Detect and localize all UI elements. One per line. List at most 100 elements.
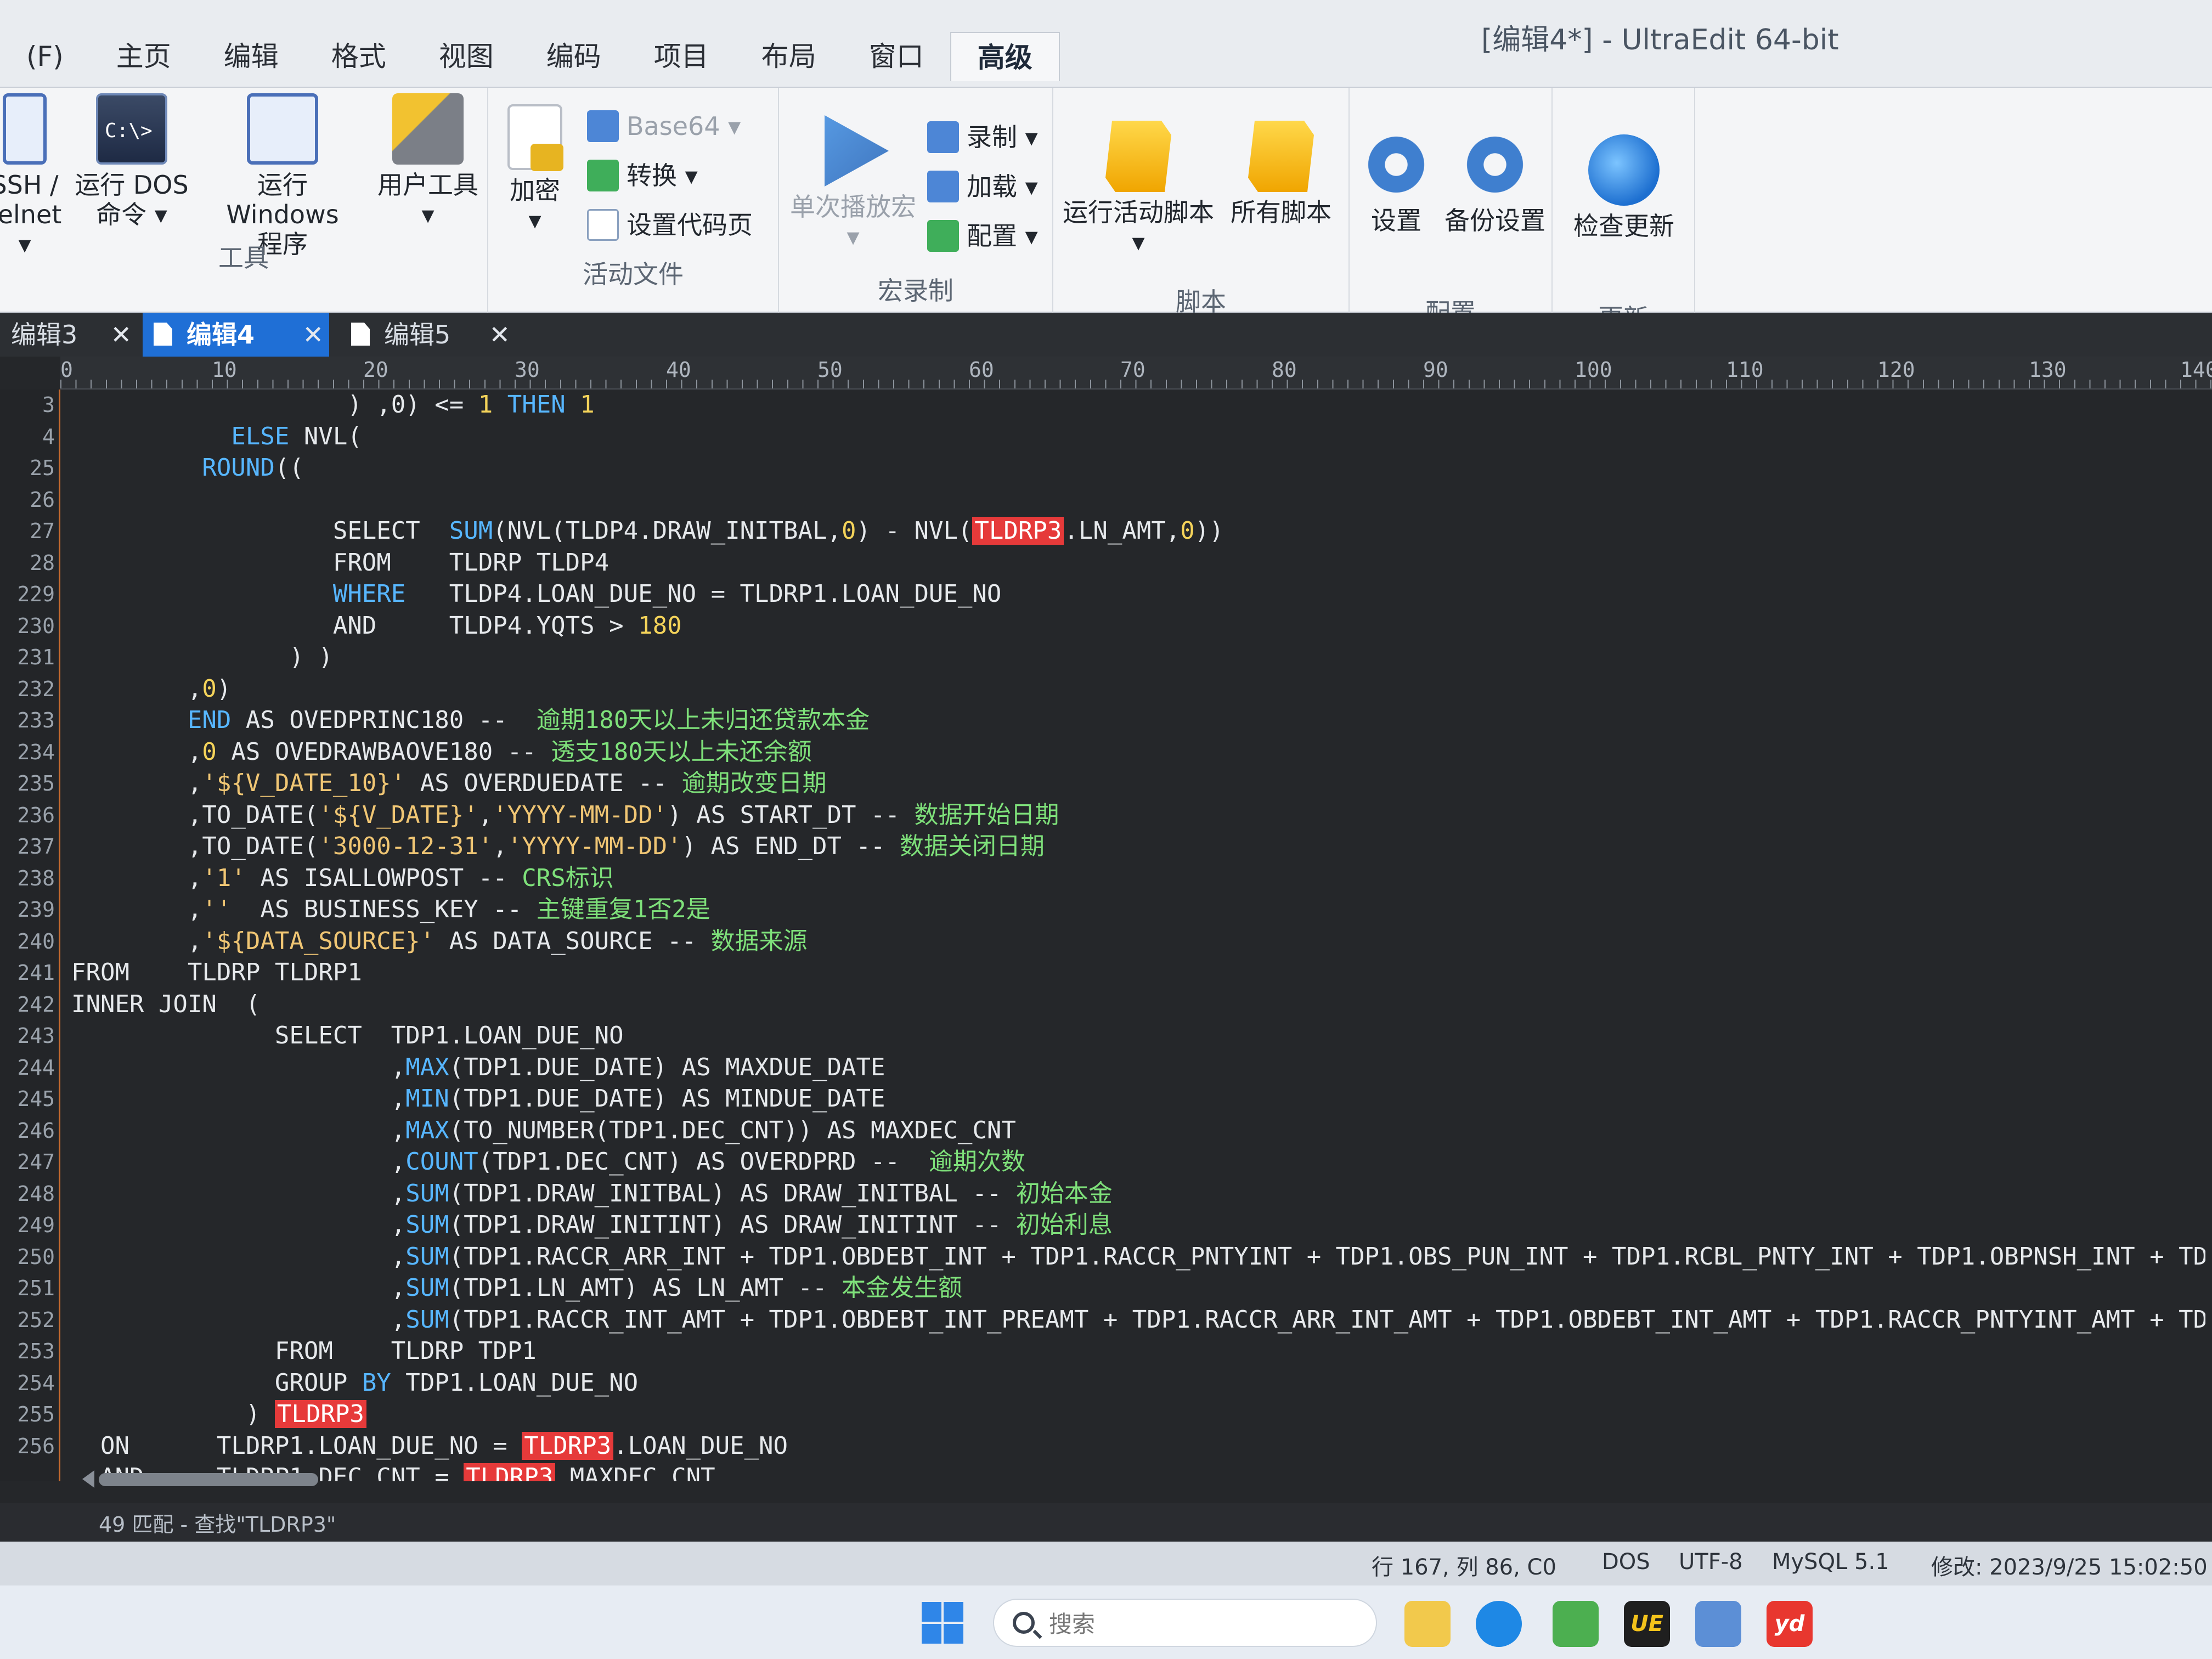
ruler-mark: 10: [212, 358, 237, 382]
menu-coding[interactable]: 编码: [520, 32, 628, 81]
code-editor[interactable]: 3 4 25 26 27 28 229 230 231 232 233 234 235 236 237 238…: [0, 390, 2212, 1481]
code-line[interactable]: ON TLDRP1.LOAN_DUE_NO = TLDRP3.LOAN_DUE_…: [71, 1431, 788, 1462]
menu-home[interactable]: 主页: [90, 32, 198, 81]
code-line[interactable]: FROM TLDRP TLDRP1: [71, 957, 362, 988]
code-token: '${V_DATE}': [318, 800, 478, 829]
code-line[interactable]: ) TLDRP3: [71, 1399, 366, 1430]
menu-advanced[interactable]: 高级: [950, 32, 1060, 81]
encoding[interactable]: UTF-8: [1679, 1549, 1743, 1575]
code-line[interactable]: SELECT SUM(NVL(TLDP4.DRAW_INITBAL,0) - N…: [71, 516, 1224, 546]
code-line[interactable]: ROUND((: [71, 453, 303, 483]
edge-browser-icon[interactable]: [1476, 1601, 1522, 1647]
record-icon: [927, 121, 959, 153]
code-token: END: [187, 706, 232, 734]
run-active-script-button[interactable]: 运行活动脚本 ▾: [1059, 121, 1218, 257]
code-line[interactable]: FROM TLDRP TDP1: [71, 1336, 537, 1367]
menu-file[interactable]: (F): [0, 32, 90, 81]
code-line[interactable]: INNER JOIN (: [71, 989, 260, 1020]
code-line[interactable]: ,SUM(TDP1.DRAW_INITBAL) AS DRAW_INITBAL …: [71, 1178, 1113, 1209]
set-codepage-button[interactable]: 设置代码页: [587, 203, 753, 247]
taskbar-search[interactable]: [993, 1599, 1377, 1647]
convert-button[interactable]: 转换 ▾: [587, 154, 698, 198]
scroll-left-icon[interactable]: [82, 1470, 94, 1488]
code-token: 0: [202, 737, 217, 766]
notepad-icon[interactable]: [1695, 1601, 1741, 1647]
folder-icon[interactable]: [1404, 1601, 1451, 1647]
configure-macro-button[interactable]: 配置 ▾: [927, 214, 1038, 258]
menu-project[interactable]: 项目: [628, 32, 735, 81]
tab-edit3[interactable]: 编辑3 ✕: [0, 313, 137, 357]
ssh-telnet-button[interactable]: SSH / telnet ▾: [0, 93, 66, 259]
cursor-position[interactable]: 行 167, 列 86, C0: [1372, 1549, 1556, 1581]
close-icon[interactable]: ✕: [489, 313, 510, 357]
record-macro-button[interactable]: 录制 ▾: [927, 115, 1038, 159]
code-line[interactable]: ,'${V_DATE_10}' AS OVERDUEDATE -- 逾期改变日期: [71, 768, 827, 799]
close-icon[interactable]: ✕: [110, 313, 132, 357]
youdao-icon[interactable]: yd: [1767, 1601, 1813, 1647]
code-line[interactable]: ,0): [71, 674, 232, 704]
code-line[interactable]: ,TO_DATE('${V_DATE}','YYYY-MM-DD') AS ST…: [71, 800, 1059, 831]
code-token: 逾期次数: [914, 1148, 1025, 1176]
code-line[interactable]: ,MAX(TO_NUMBER(TDP1.DEC_CNT)) AS MAXDEC_…: [71, 1115, 1016, 1146]
code-token: ,: [71, 674, 202, 703]
menu-view[interactable]: 视图: [413, 32, 520, 81]
play-macro-once-button[interactable]: 单次播放宏 ▾: [785, 115, 922, 251]
menu-layout[interactable]: 布局: [735, 32, 843, 81]
code-token: ) ): [71, 643, 333, 671]
backup-settings-button[interactable]: 备份设置: [1437, 129, 1553, 235]
base64-button[interactable]: Base64 ▾: [587, 104, 741, 148]
search-input[interactable]: [1049, 1609, 1356, 1639]
code-token: SUM: [405, 1242, 449, 1271]
menu-edit[interactable]: 编辑: [198, 32, 305, 81]
run-windows-program-button[interactable]: 运行 Windows 程序: [198, 93, 368, 259]
wechat-icon[interactable]: [1553, 1601, 1599, 1647]
code-line[interactable]: ,'${DATA_SOURCE}' AS DATA_SOURCE -- 数据来源: [71, 926, 808, 957]
load-macro-button[interactable]: 加载 ▾: [927, 165, 1038, 208]
code-line[interactable]: AND TLDP4.YQTS > 180: [71, 611, 682, 641]
horizontal-scrollbar-thumb[interactable]: [99, 1473, 318, 1486]
code-line[interactable]: ,0 AS OVEDRAWBAOVE180 -- 透支180天以上未还余额: [71, 737, 812, 768]
code-line[interactable]: ,TO_DATE('3000-12-31','YYYY-MM-DD') AS E…: [71, 831, 1045, 862]
code-line[interactable]: ,MIN(TDP1.DUE_DATE) AS MINDUE_DATE: [71, 1084, 885, 1114]
code-line[interactable]: ,COUNT(TDP1.DEC_CNT) AS OVERDPRD -- 逾期次数: [71, 1147, 1025, 1177]
code-line[interactable]: FROM TLDRP TLDP4: [71, 548, 609, 578]
code-token: )): [1194, 517, 1224, 545]
code-line[interactable]: SELECT TDP1.LOAN_DUE_NO: [71, 1020, 624, 1051]
code-area[interactable]: ) ,0) <= 1 THEN 1 ELSE NVL( ROUND(( SELE…: [71, 390, 2205, 1481]
menu-format[interactable]: 格式: [305, 32, 413, 81]
close-icon[interactable]: ✕: [302, 313, 324, 357]
code-line[interactable]: ,'1' AS ISALLOWPOST -- CRS标识: [71, 863, 614, 894]
code-line[interactable]: ,'' AS BUSINESS_KEY -- 主键重复1否2是: [71, 894, 710, 925]
code-token: WHERE: [332, 580, 406, 608]
tab-edit5[interactable]: 编辑5 ✕: [340, 313, 516, 357]
code-line[interactable]: ,MAX(TDP1.DUE_DATE) AS MAXDUE_DATE: [71, 1052, 885, 1083]
menu-window[interactable]: 窗口: [843, 32, 950, 81]
windows-start-icon[interactable]: [922, 1602, 963, 1644]
code-line[interactable]: GROUP BY TDP1.LOAN_DUE_NO: [71, 1368, 638, 1398]
ultraedit-taskbar-icon[interactable]: UE: [1624, 1601, 1670, 1647]
code-line[interactable]: ,SUM(TDP1.RACCR_ARR_INT + TDP1.OBDEBT_IN…: [71, 1242, 2205, 1272]
code-token: (TDP1.RACCR_INT_AMT + TDP1.OBDEBT_INT_PR…: [449, 1305, 2205, 1334]
code-line[interactable]: ) ,0) <= 1 THEN 1: [71, 390, 594, 420]
code-token: ): [216, 674, 232, 703]
code-token: AS DATA_SOURCE --: [435, 927, 711, 955]
all-scripts-button[interactable]: 所有脚本: [1218, 121, 1344, 227]
code-line[interactable]: WHERE TLDP4.LOAN_DUE_NO = TLDRP1.LOAN_DU…: [71, 579, 1002, 610]
tab-edit4[interactable]: 编辑4 ✕: [143, 313, 329, 357]
code-line[interactable]: ,SUM(TDP1.DRAW_INITINT) AS DRAW_INITINT …: [71, 1210, 1113, 1240]
code-line[interactable]: END AS OVEDPRINC180 -- 逾期180天以上未归还贷款本金: [71, 705, 870, 736]
check-updates-button[interactable]: 检查更新: [1564, 134, 1684, 241]
code-line[interactable]: ,SUM(TDP1.LN_AMT) AS LN_AMT -- 本金发生额: [71, 1273, 962, 1304]
code-token: (TDP1.DUE_DATE) AS MINDUE_DATE: [449, 1085, 885, 1113]
code-token: 0: [842, 517, 856, 545]
user-tools-button[interactable]: 用户工具 ▾: [373, 93, 483, 229]
settings-button[interactable]: 设置: [1355, 129, 1437, 235]
syntax-highlighting[interactable]: MySQL 5.1: [1772, 1549, 1889, 1575]
line-ending[interactable]: DOS: [1602, 1549, 1650, 1575]
code-line[interactable]: ) ): [71, 642, 333, 673]
code-line[interactable]: ,SUM(TDP1.RACCR_INT_AMT + TDP1.OBDEBT_IN…: [71, 1305, 2205, 1335]
code-line[interactable]: ELSE NVL(: [71, 421, 362, 452]
run-dos-button[interactable]: 运行 DOS 命令 ▾: [71, 93, 192, 229]
encrypt-button[interactable]: 加密 ▾: [499, 104, 571, 235]
